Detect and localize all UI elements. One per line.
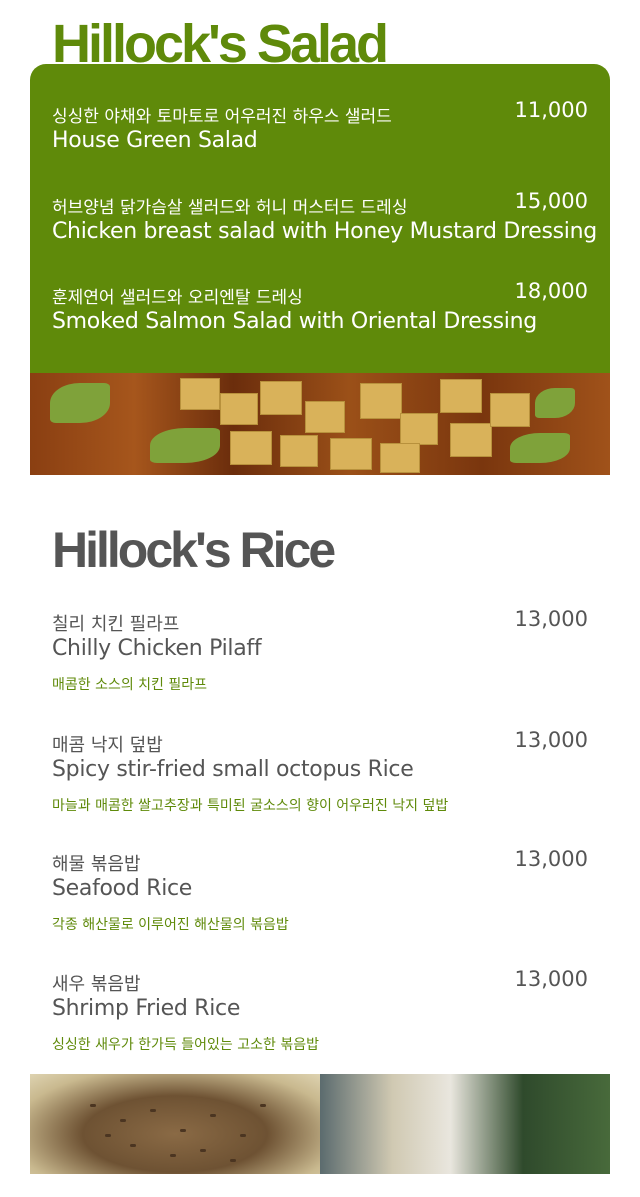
menu-item-description: 매콤한 소스의 치킨 필라프 [52,677,208,693]
menu-item-price: 18,000 [514,279,588,303]
fried-rice-photo [30,1074,320,1174]
menu-item-english-name: Shrimp Fried Rice [52,996,241,1021]
salad-photo [30,373,610,475]
menu-item-korean-name: 싱싱한 야채와 토마토로 어우러진 하우스 샐러드 [52,107,392,127]
menu-item-price: 13,000 [514,728,588,752]
menu-item-korean-name: 허브양념 닭가슴살 샐러드와 허니 머스터드 드레싱 [52,198,408,218]
menu-item-description: 마늘과 매콤한 쌀고추장과 특미된 굴소스의 향이 어우러진 낙지 덮밥 [52,798,449,814]
menu-item-english-name: House Green Salad [52,128,258,153]
menu-item-price: 13,000 [514,967,588,991]
menu-item-korean-name: 칠리 치킨 필라프 [52,614,180,635]
salad-section-title: Hillock's Salad [52,14,387,66]
menu-item-price: 13,000 [514,847,588,871]
rice-dish-photo [320,1074,610,1174]
menu-item-description: 각종 해산물로 이루어진 해산물의 볶음밥 [52,917,289,933]
menu-item-korean-name: 해물 볶음밥 [52,854,141,875]
menu-item-description: 싱싱한 새우가 한가득 들어있는 고소한 볶음밥 [52,1037,319,1053]
menu-item-price: 15,000 [514,189,588,213]
menu-item-english-name: Chicken breast salad with Honey Mustard … [52,219,597,244]
rice-section-title: Hillock's Rice [52,522,336,578]
menu-item-korean-name: 매콤 낙지 덮밥 [52,735,163,756]
menu-item-price: 13,000 [514,607,588,631]
menu-item-english-name: Smoked Salmon Salad with Oriental Dressi… [52,309,537,334]
salad-menu-panel: 싱싱한 야채와 토마토로 어우러진 하우스 샐러드 11,000 House G… [30,64,610,373]
menu-item-korean-name: 훈제연어 샐러드와 오리엔탈 드레싱 [52,288,303,308]
menu-item-english-name: Seafood Rice [52,876,193,901]
menu-item-english-name: Spicy stir-fried small octopus Rice [52,757,414,782]
menu-item-english-name: Chilly Chicken Pilaff [52,636,262,661]
menu-item-korean-name: 새우 볶음밥 [52,974,141,995]
menu-item-price: 11,000 [514,98,588,122]
